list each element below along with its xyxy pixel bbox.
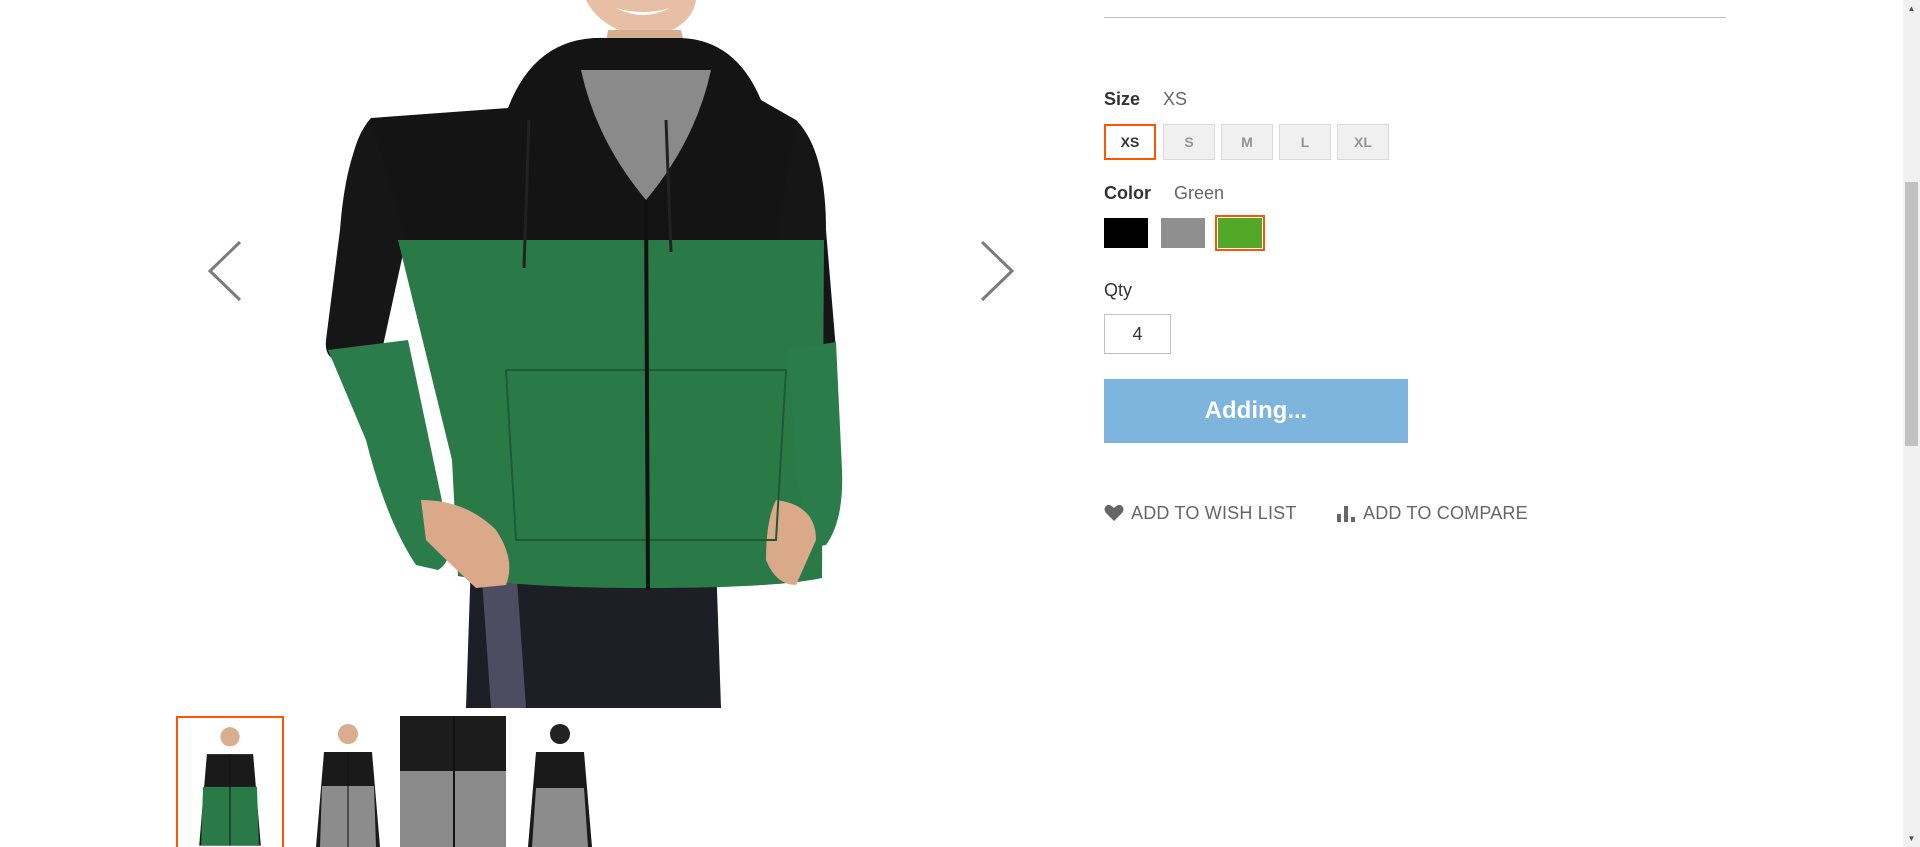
add-to-wishlist-link[interactable]: Add to Wish List — [1104, 500, 1297, 526]
product-page: Size XS XS S M L XL Color Green Qty Addi… — [0, 0, 1920, 847]
thumbnail-image — [294, 716, 402, 847]
qty-input[interactable] — [1104, 314, 1171, 354]
thumbnail-2[interactable] — [294, 716, 402, 847]
page-scrollbar[interactable]: ▲ ▼ — [1903, 0, 1920, 847]
size-option-l[interactable]: L — [1279, 124, 1331, 160]
size-attribute: Size XS — [1104, 88, 1187, 110]
wishlist-label: Add to Wish List — [1131, 502, 1297, 523]
bar-chart-icon — [1337, 506, 1355, 522]
color-attribute: Color Green — [1104, 182, 1224, 204]
gallery-prev-button[interactable] — [202, 236, 250, 306]
qty-label: Qty — [1104, 280, 1133, 300]
product-options: Size XS XS S M L XL Color Green Qty Addi… — [1104, 0, 1726, 847]
product-gallery — [176, 0, 1026, 708]
size-selected-value: XS — [1163, 89, 1188, 109]
color-option-green[interactable] — [1215, 215, 1265, 251]
product-main-image[interactable] — [176, 0, 1026, 708]
heart-icon — [1104, 504, 1124, 521]
compare-label: Add to Compare — [1363, 502, 1528, 523]
chevron-right-icon — [980, 240, 1015, 302]
color-selected-value: Green — [1174, 183, 1225, 203]
gallery-thumbnails — [176, 716, 636, 847]
size-option-s[interactable]: S — [1163, 124, 1215, 160]
thumbnail-image — [400, 716, 508, 847]
thumbnail-image — [506, 716, 614, 847]
color-option-black[interactable] — [1104, 218, 1148, 248]
size-option-xl[interactable]: XL — [1337, 124, 1389, 160]
divider — [1104, 17, 1726, 18]
scrollbar-thumb[interactable] — [1905, 182, 1918, 446]
size-option-m[interactable]: M — [1221, 124, 1273, 160]
gallery-next-button[interactable] — [972, 236, 1020, 306]
color-label: Color — [1104, 183, 1151, 203]
chevron-left-icon — [207, 240, 242, 302]
scroll-up-arrow-icon[interactable]: ▲ — [1903, 0, 1920, 17]
color-option-gray[interactable] — [1161, 218, 1205, 248]
size-option-xs[interactable]: XS — [1104, 124, 1156, 160]
add-to-compare-link[interactable]: Add to Compare — [1336, 500, 1528, 526]
thumbnail-3[interactable] — [400, 716, 508, 847]
thumbnail-4[interactable] — [506, 716, 614, 847]
thumbnail-1[interactable] — [176, 716, 284, 847]
scroll-down-arrow-icon[interactable]: ▼ — [1903, 830, 1920, 847]
size-label: Size — [1104, 89, 1141, 109]
thumbnail-image — [178, 719, 282, 846]
add-to-cart-button[interactable]: Adding... — [1104, 379, 1408, 443]
